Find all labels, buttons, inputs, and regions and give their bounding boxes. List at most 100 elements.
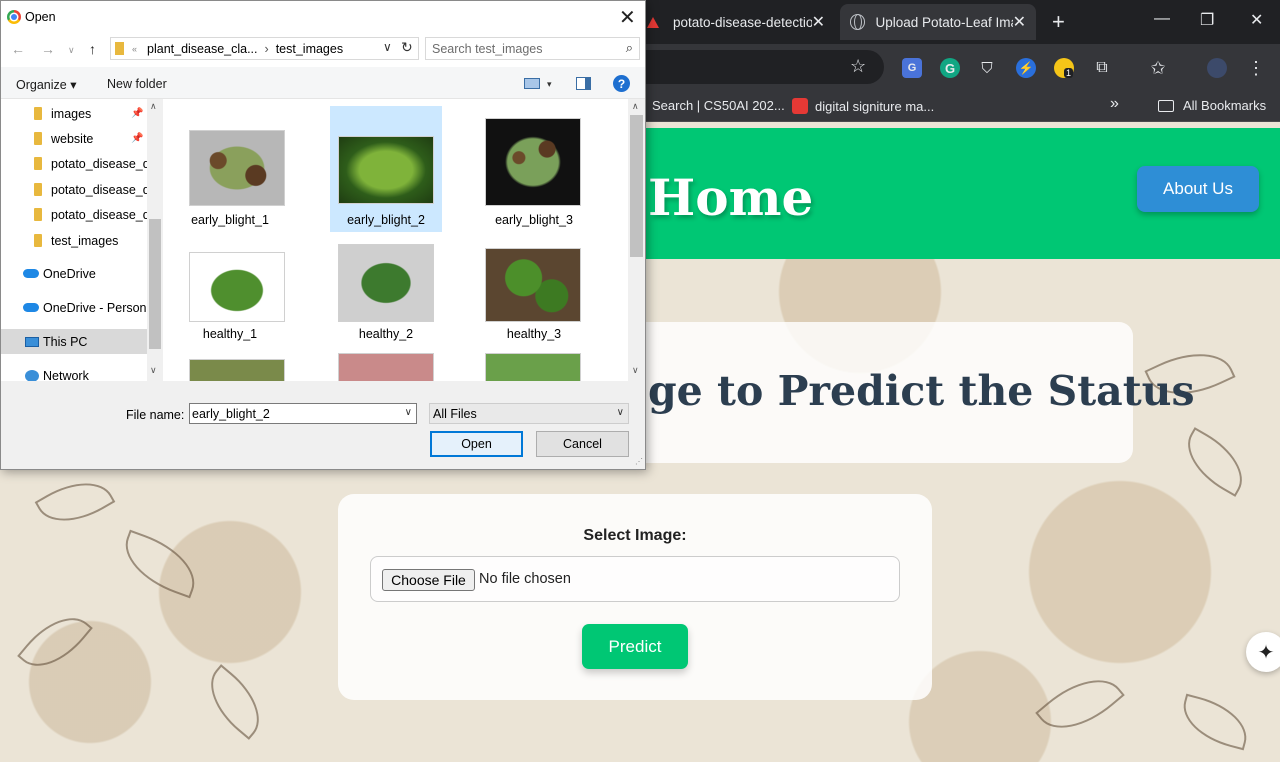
chevron-down-icon[interactable]: ∨ bbox=[405, 407, 412, 418]
tab-potato-disease-detection[interactable]: potato-disease-detectio ✕ bbox=[645, 4, 835, 40]
leaf-thumbnail bbox=[189, 359, 285, 381]
predict-button[interactable]: Predict bbox=[582, 624, 688, 669]
decorative-leaf bbox=[114, 529, 206, 599]
restore-icon[interactable]: ❐ bbox=[1200, 10, 1214, 30]
scroll-down-arrow-icon[interactable]: ∨ bbox=[150, 365, 157, 376]
chrome-icon bbox=[7, 10, 21, 24]
nav-item-images[interactable]: images 📌 bbox=[1, 101, 147, 126]
organize-button[interactable]: Organize ▾ bbox=[16, 77, 76, 92]
nav-item-potato-disease-2[interactable]: potato_disease_d bbox=[1, 177, 147, 202]
path-breadcrumb[interactable]: « plant_disease_cla... › test_images ∨ ↻ bbox=[110, 37, 419, 60]
close-tab-icon[interactable]: ✕ bbox=[1013, 12, 1026, 32]
file-name: early_blight_3 bbox=[495, 213, 573, 227]
moon-extension-icon[interactable]: 1 bbox=[1054, 58, 1074, 78]
all-bookmarks-button[interactable]: All Bookmarks bbox=[1158, 98, 1266, 113]
scroll-up-arrow-icon[interactable]: ∧ bbox=[632, 101, 639, 112]
folder-icon bbox=[34, 132, 42, 145]
choose-file-button[interactable]: Choose File bbox=[382, 569, 475, 591]
file-item-healthy-3[interactable]: healthy_3 bbox=[478, 232, 590, 356]
decorative-leaf bbox=[1176, 693, 1254, 751]
file-item-partial[interactable] bbox=[174, 353, 286, 381]
leaf-thumbnail bbox=[485, 118, 581, 206]
file-name-field[interactable]: early_blight_2 ∨ bbox=[189, 403, 417, 424]
extensions-puzzle-icon[interactable]: ⧉ bbox=[1092, 58, 1112, 78]
forward-arrow-icon[interactable]: → bbox=[41, 41, 55, 57]
nav-item-potato-disease-1[interactable]: potato_disease_d bbox=[1, 151, 147, 176]
file-grid: early_blight_1 early_blight_2 early_blig… bbox=[164, 99, 628, 381]
nav-item-onedrive[interactable]: OneDrive bbox=[1, 261, 147, 286]
new-tab-plus-icon[interactable]: + bbox=[1052, 9, 1065, 35]
sparkle-assistant-icon[interactable]: ✦ bbox=[1246, 632, 1280, 672]
nav-item-label: potato_disease_d bbox=[51, 182, 147, 197]
file-type-select[interactable]: All Files ∨ bbox=[429, 403, 629, 424]
scroll-up-arrow-icon[interactable]: ∧ bbox=[150, 101, 157, 112]
preview-pane-icon[interactable] bbox=[576, 77, 591, 90]
file-item-partial[interactable] bbox=[330, 353, 442, 381]
file-item-early-blight-3[interactable]: early_blight_3 bbox=[478, 108, 590, 232]
decorative-leaf bbox=[1035, 661, 1125, 747]
scroll-down-arrow-icon[interactable]: ∨ bbox=[632, 365, 639, 376]
bookmarks-overflow-icon[interactable]: » bbox=[1110, 95, 1119, 113]
file-input[interactable]: Choose File No file chosen bbox=[370, 556, 900, 602]
scrollbar-thumb[interactable] bbox=[630, 115, 643, 257]
bookmark-star-icon[interactable]: ☆ bbox=[850, 56, 866, 77]
nav-item-website[interactable]: website 📌 bbox=[1, 126, 147, 151]
help-icon[interactable]: ? bbox=[613, 75, 630, 92]
nav-item-label: This PC bbox=[43, 334, 88, 349]
nav-item-this-pc[interactable]: This PC bbox=[1, 329, 147, 354]
file-item-healthy-1[interactable]: healthy_1 bbox=[174, 232, 286, 356]
nav-title[interactable]: Home bbox=[648, 168, 813, 227]
dialog-navigation-bar: ← → ∨ ↑ « plant_disease_cla... › test_im… bbox=[1, 33, 645, 65]
scrollbar-thumb[interactable] bbox=[149, 219, 161, 349]
tab-upload-potato-leaf[interactable]: Upload Potato-Leaf Ima ✕ bbox=[840, 4, 1036, 40]
nav-item-onedrive-personal[interactable]: OneDrive - Person bbox=[1, 295, 147, 320]
leaf-thumbnail bbox=[485, 353, 581, 381]
close-tab-icon[interactable]: ✕ bbox=[812, 12, 825, 32]
view-dropdown-chevron-icon[interactable]: ▾ bbox=[547, 79, 552, 90]
no-file-chosen-text: No file chosen bbox=[479, 571, 571, 587]
profile-avatar[interactable] bbox=[1207, 58, 1227, 78]
back-arrow-icon[interactable]: ← bbox=[11, 41, 25, 57]
navigation-pane-scrollbar[interactable]: ∧ ∨ bbox=[147, 99, 163, 381]
file-grid-scrollbar[interactable]: ∧ ∨ bbox=[628, 99, 645, 381]
decorative-leaf bbox=[195, 664, 275, 740]
refresh-icon[interactable]: ↻ bbox=[401, 39, 413, 56]
open-button[interactable]: Open bbox=[430, 431, 523, 457]
lightning-extension-icon[interactable]: ⚡ bbox=[1016, 58, 1036, 78]
search-folder-input[interactable]: Search test_images ⌕ bbox=[425, 37, 640, 60]
file-item-healthy-2[interactable]: healthy_2 bbox=[330, 232, 442, 356]
file-item-early-blight-1[interactable]: early_blight_1 bbox=[174, 108, 286, 232]
bookmark-digital-signature[interactable]: digital signiture ma... bbox=[792, 98, 934, 114]
file-item-partial[interactable] bbox=[478, 353, 590, 381]
close-window-icon[interactable]: ✕ bbox=[1250, 10, 1263, 30]
file-type-value: All Files bbox=[433, 406, 477, 421]
nav-item-label: OneDrive bbox=[43, 266, 96, 281]
menu-kebab-icon[interactable]: ⋮ bbox=[1246, 58, 1266, 78]
bookmark-cs50ai[interactable]: Search | CS50AI 202... bbox=[652, 98, 785, 113]
minimize-icon[interactable]: — bbox=[1154, 10, 1170, 28]
new-folder-button[interactable]: New folder bbox=[107, 77, 167, 91]
about-us-button[interactable]: About Us bbox=[1137, 166, 1259, 212]
path-dropdown-chevron-icon[interactable]: ∨ bbox=[383, 40, 392, 54]
pc-icon bbox=[25, 336, 39, 347]
grammarly-icon[interactable]: G bbox=[940, 58, 960, 78]
google-translate-icon[interactable]: G bbox=[902, 58, 922, 78]
up-arrow-icon[interactable]: ↑ bbox=[89, 41, 96, 57]
chevron-down-icon[interactable]: ∨ bbox=[617, 407, 624, 418]
file-name: healthy_2 bbox=[358, 327, 414, 341]
cancel-button[interactable]: Cancel bbox=[536, 431, 629, 457]
nav-item-potato-disease-3[interactable]: potato_disease_d bbox=[1, 202, 147, 227]
resize-grip-icon[interactable]: ⋰ bbox=[635, 457, 643, 466]
breadcrumb-segment[interactable]: test_images bbox=[276, 42, 343, 56]
file-item-early-blight-2[interactable]: early_blight_2 bbox=[330, 106, 442, 232]
close-dialog-icon[interactable]: ✕ bbox=[619, 5, 636, 30]
file-name: healthy_1 bbox=[202, 327, 258, 341]
nav-item-test-images[interactable]: test_images bbox=[1, 228, 147, 253]
shield-extension-icon[interactable]: ⛉ bbox=[977, 58, 997, 78]
view-options-icon[interactable] bbox=[524, 78, 540, 89]
globe-icon bbox=[850, 14, 866, 30]
breadcrumb-segment[interactable]: plant_disease_cla... bbox=[147, 42, 258, 56]
recent-locations-chevron-icon[interactable]: ∨ bbox=[68, 45, 75, 56]
decorative-leaf bbox=[1174, 427, 1256, 497]
reading-list-star-icon[interactable]: ✩ bbox=[1148, 58, 1168, 78]
